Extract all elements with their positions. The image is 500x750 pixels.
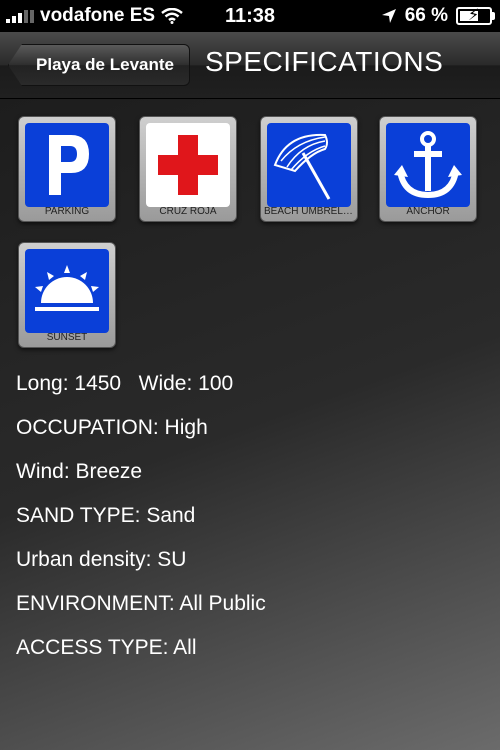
spec-access-type: ACCESS TYPE: All: [16, 636, 197, 659]
parking-icon: [25, 123, 109, 207]
battery-percent: 66 %: [404, 5, 448, 26]
spec-width: Wide: 100: [138, 372, 234, 395]
tile-label: SUNSET: [46, 332, 88, 343]
anchor-icon: [386, 123, 470, 207]
sunset-icon: [25, 249, 109, 333]
spec-length: Long: 1450: [16, 372, 122, 395]
tile-sunset[interactable]: SUNSET: [18, 242, 116, 348]
tile-label: ANCHOR: [406, 206, 450, 217]
back-button[interactable]: Playa de Levante: [8, 44, 190, 86]
tile-label: PARKING: [44, 206, 90, 217]
navigation-bar: Playa de Levante SPECIFICATIONS: [0, 32, 500, 99]
tile-label: CRUZ ROJA: [159, 206, 217, 217]
spec-occupation: OCCUPATION: High: [16, 416, 208, 439]
tile-label: BEACH UMBRELL...: [264, 206, 357, 217]
location-arrow-icon: [381, 9, 396, 23]
spec-environment: ENVIRONMENT: All Public: [16, 592, 266, 615]
charging-bolt-icon: ⚡: [468, 7, 480, 24]
tile-cruz-roja[interactable]: CRUZ ROJA: [139, 116, 237, 222]
red-cross-icon: [146, 123, 230, 207]
battery-icon: ⚡: [456, 7, 495, 25]
spec-urban-density: Urban density: SU: [16, 548, 187, 571]
spec-wind: Wind: Breeze: [16, 460, 143, 483]
status-bar: vodafone ES 11:38 66 % ⚡: [0, 0, 500, 32]
page-title: SPECIFICATIONS: [205, 46, 444, 77]
spec-sand-type: SAND TYPE: Sand: [16, 504, 196, 527]
status-right: 66 % ⚡: [381, 0, 495, 32]
spec-dimensions: Long: 1450 Wide: 100: [16, 372, 233, 396]
content-area: PARKING CRUZ ROJA BEACH UMBRELL... ANCHO…: [0, 99, 500, 750]
tile-beach-umbrella[interactable]: BEACH UMBRELL...: [260, 116, 358, 222]
beach-umbrella-icon: [267, 123, 351, 207]
tile-anchor[interactable]: ANCHOR: [379, 116, 477, 222]
tile-parking[interactable]: PARKING: [18, 116, 116, 222]
